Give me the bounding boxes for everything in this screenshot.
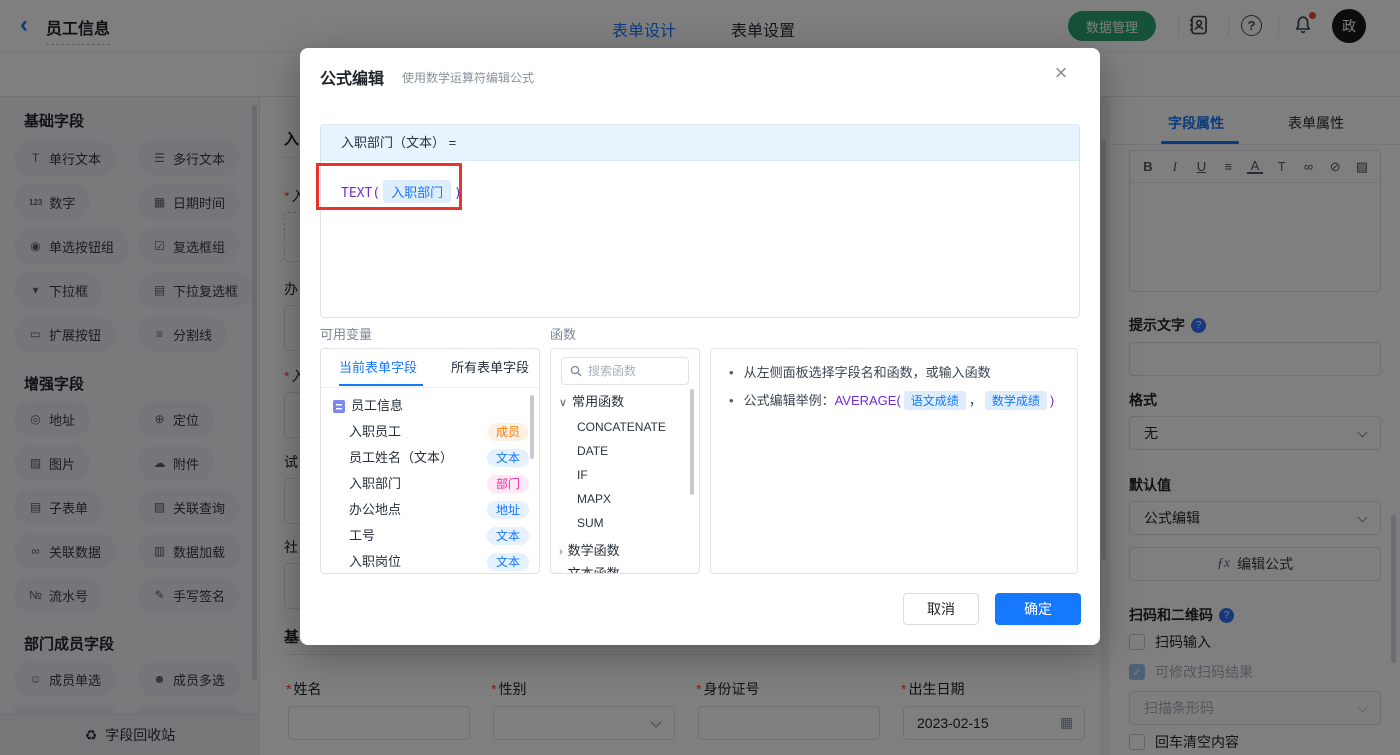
variable-name: 入职部门 [349, 476, 402, 491]
variable-name: 入职员工 [349, 424, 402, 439]
tip-line-2: • 公式编辑举例：AVERAGE(语文成绩，数学成绩) [729, 390, 1054, 410]
variable-row[interactable]: 入职岗位 文本 [321, 549, 539, 573]
field-chip: 入职部门 [383, 180, 452, 203]
tips-panel: • 从左侧面板选择字段名和函数，或输入函数 • 公式编辑举例：AVERAGE(语文成… [710, 348, 1078, 574]
function-group-common[interactable]: ∨ 常用函数 [559, 391, 624, 410]
field-chip: 语文成绩 [903, 391, 966, 410]
type-badge: 部门 [486, 475, 529, 493]
tip-text: 从左侧面板选择字段名和函数，或输入函数 [743, 365, 991, 380]
variables-scrollbar[interactable] [530, 395, 534, 459]
tab-all-form-fields[interactable]: 所有表单字段 [451, 349, 529, 387]
type-badge: 地址 [486, 501, 529, 519]
app-screen: ‹ 员工信息 表单设计 表单设置 数据管理 ? 政 ∞ [0, 0, 1400, 755]
function-item-mapx[interactable]: MAPX [577, 492, 611, 506]
variable-name: 入职岗位 [349, 554, 402, 569]
search-icon [570, 365, 582, 377]
function-group-text[interactable]: › 文本函数 [559, 563, 620, 574]
variable-row[interactable]: 入职部门 部门 [321, 471, 539, 497]
tip-line-1: • 从左侧面板选择字段名和函数，或输入函数 [729, 362, 991, 381]
variable-name: 办公地点 [349, 502, 402, 517]
formula-function: TEXT( [341, 186, 381, 201]
type-badge: 文本 [486, 527, 529, 545]
chevron-collapsed-icon: › [559, 569, 563, 573]
group-label: 文本函数 [567, 566, 620, 574]
function-search[interactable] [561, 357, 689, 385]
function-item-concatenate[interactable]: CONCATENATE [577, 420, 666, 434]
function-item-if[interactable]: IF [577, 468, 588, 482]
variables-panel: 当前表单字段 所有表单字段 员工信息 入职员工 成员 员工姓名（文本） 文本 入职部… [320, 348, 540, 574]
variable-row[interactable]: 工号 文本 [321, 523, 539, 549]
formula-edit-modal: 公式编辑 使用数学运算符编辑公式 × 入职部门（文本） = TEXT(入职部门)… [300, 48, 1100, 645]
group-label: 常用函数 [572, 394, 625, 409]
bullet-icon: • [729, 365, 734, 380]
formula-target: 入职部门（文本） = [321, 125, 1079, 161]
modal-subtitle: 使用数学运算符编辑公式 [402, 71, 535, 85]
close-icon[interactable]: × [1048, 60, 1074, 86]
chevron-expanded-icon: ∨ [559, 397, 568, 409]
divider [321, 387, 539, 388]
comma: ， [968, 393, 982, 408]
functions-label: 函数 [550, 327, 577, 342]
variable-row[interactable]: 员工姓名（文本） 文本 [321, 445, 539, 471]
variable-row[interactable]: 办公地点 地址 [321, 497, 539, 523]
modal-title: 公式编辑 [320, 71, 385, 88]
confirm-button[interactable]: 确定 [995, 593, 1081, 625]
tip-text: 公式编辑举例： [743, 393, 835, 408]
variable-name: 员工姓名（文本） [349, 450, 454, 465]
active-tab-underline [339, 384, 423, 386]
field-chip: 数学成绩 [984, 391, 1047, 410]
variable-tree-root[interactable]: 员工信息 [321, 393, 539, 419]
example-close-paren: ) [1049, 393, 1055, 408]
function-group-math[interactable]: › 数学函数 [559, 540, 620, 559]
variable-row[interactable]: 入职员工 成员 [321, 419, 539, 445]
chevron-collapsed-icon: › [559, 546, 563, 558]
formula-close-paren: ) [454, 186, 462, 201]
group-label: 数学函数 [567, 543, 620, 558]
formula-editor[interactable]: 入职部门（文本） = TEXT(入职部门) [320, 124, 1080, 318]
form-icon [333, 400, 345, 413]
formula-expression[interactable]: TEXT(入职部门) [321, 161, 1079, 222]
function-search-input[interactable] [588, 364, 678, 378]
cancel-button[interactable]: 取消 [903, 593, 979, 625]
function-item-sum[interactable]: SUM [577, 516, 604, 530]
function-item-date[interactable]: DATE [577, 444, 608, 458]
tab-current-form-fields[interactable]: 当前表单字段 [339, 349, 417, 387]
variable-name: 员工信息 [351, 398, 404, 413]
type-badge: 文本 [486, 449, 529, 467]
functions-panel: ∨ 常用函数 CONCATENATE DATE IF MAPX SUM › 数学函数… [550, 348, 700, 574]
example-function: AVERAGE( [834, 393, 901, 408]
type-badge: 成员 [486, 423, 529, 441]
type-badge: 文本 [486, 553, 529, 571]
bullet-icon: • [729, 393, 734, 408]
functions-scrollbar[interactable] [690, 389, 694, 495]
variable-name: 工号 [349, 528, 376, 543]
variables-label: 可用变量 [320, 327, 373, 342]
